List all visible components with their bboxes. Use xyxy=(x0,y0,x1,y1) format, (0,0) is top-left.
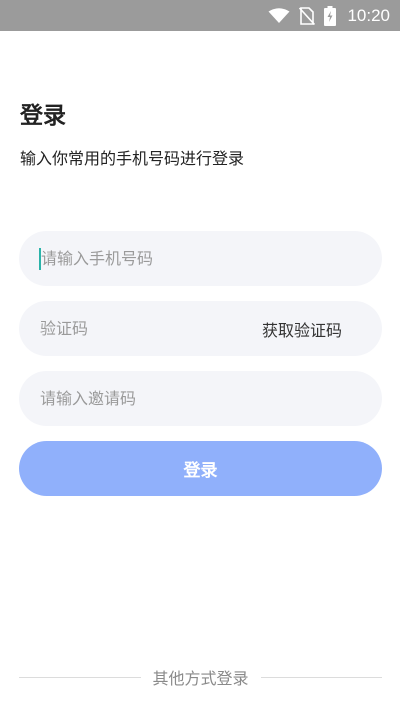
phone-input[interactable] xyxy=(41,243,342,274)
verification-code-input[interactable] xyxy=(40,313,262,344)
status-time: 10:20 xyxy=(347,5,390,25)
page-subtitle: 输入你常用的手机号码进行登录 xyxy=(20,149,245,168)
verification-code-field[interactable]: 获取验证码 xyxy=(19,301,382,356)
login-button[interactable]: 登录 xyxy=(19,441,382,496)
invite-code-input[interactable] xyxy=(40,383,342,414)
battery-charging-icon xyxy=(324,5,337,26)
divider-left xyxy=(19,676,141,678)
other-login-methods: 其他方式登录 xyxy=(19,665,383,689)
wifi-icon xyxy=(268,7,290,24)
page-title: 登录 xyxy=(20,103,66,129)
no-sim-icon xyxy=(299,6,316,25)
other-login-methods-link[interactable]: 其他方式登录 xyxy=(141,665,261,689)
invite-code-field[interactable] xyxy=(19,371,382,426)
get-code-button[interactable]: 获取验证码 xyxy=(262,317,342,341)
phone-field[interactable] xyxy=(19,231,382,286)
status-bar: 10:20 xyxy=(0,0,400,31)
status-icons: 10:20 xyxy=(268,5,390,26)
divider-right xyxy=(260,676,383,678)
